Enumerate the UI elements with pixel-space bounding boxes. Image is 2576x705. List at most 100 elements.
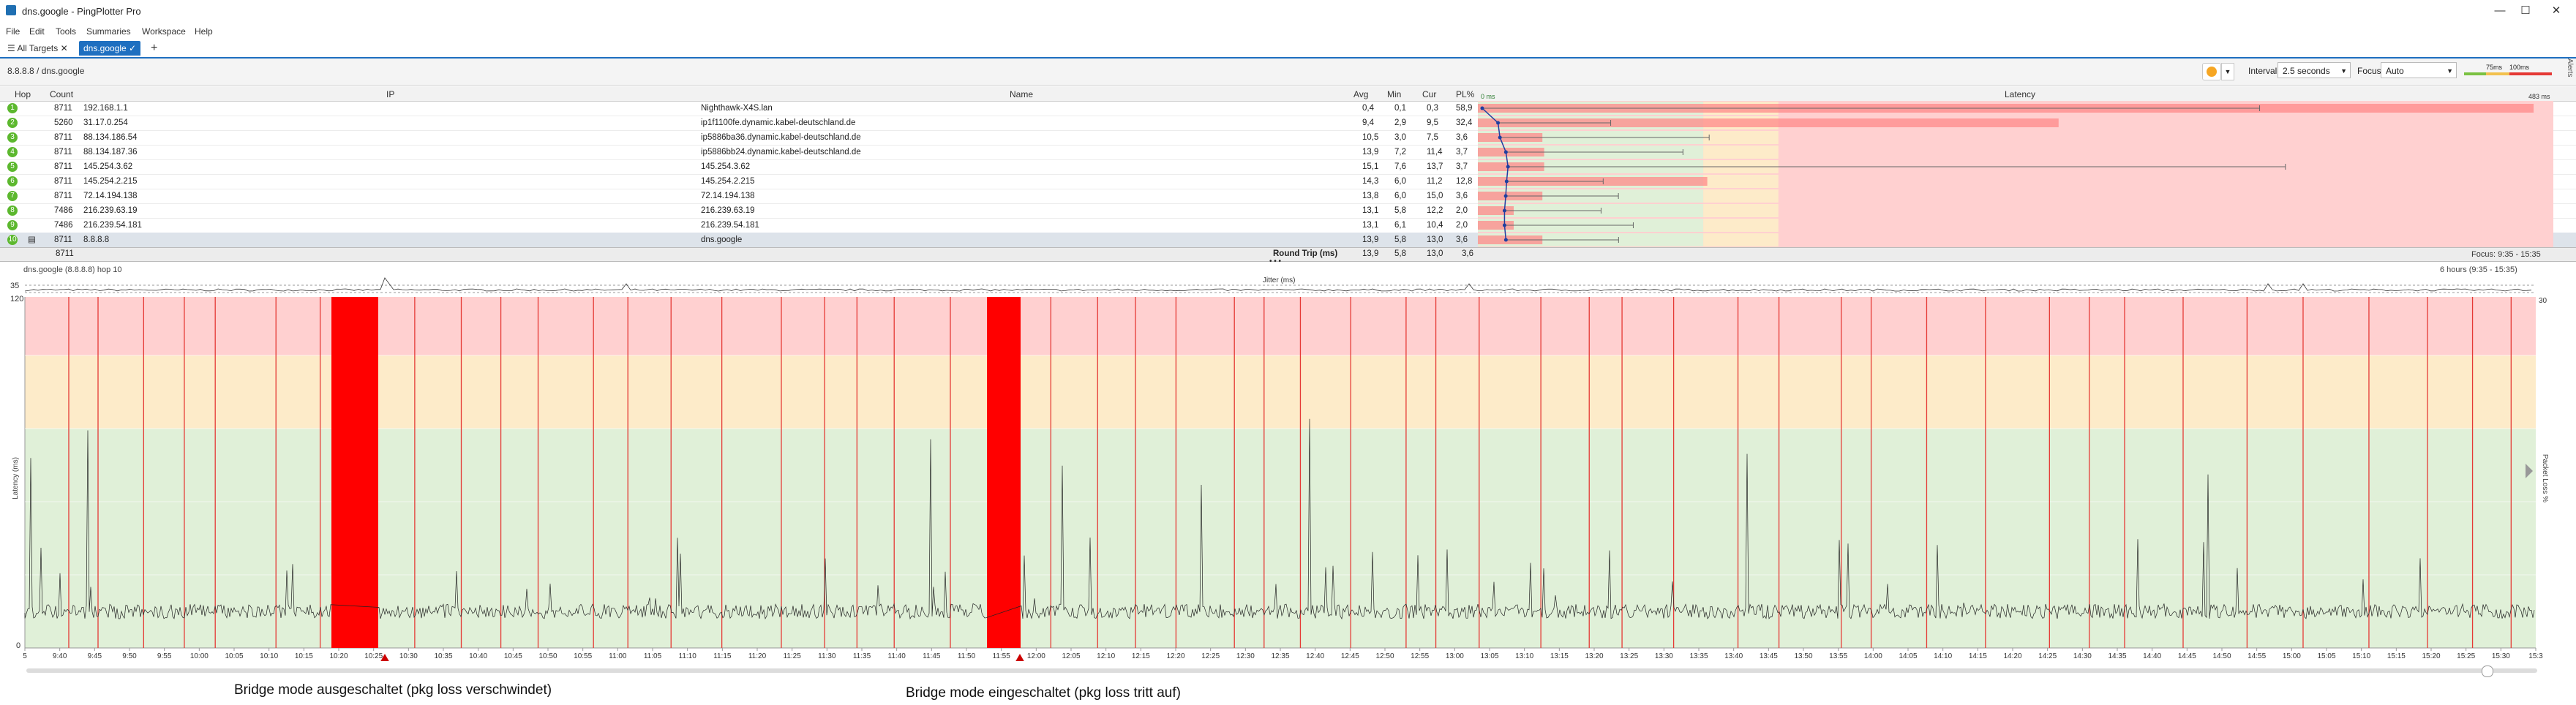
graph-zone-green: [25, 429, 2536, 648]
col-latency[interactable]: Latency: [2005, 89, 2035, 99]
summary-min: 5,8: [1394, 249, 1406, 258]
hop-ip: 216.239.54.181: [83, 221, 142, 230]
breadcrumb: 8.8.8.8 / dns.google: [7, 66, 85, 76]
x-tick-label: 10:35: [434, 652, 452, 660]
jitter-label: Jitter (ms): [1263, 276, 1295, 284]
hop-pl: 32,4: [1456, 118, 1473, 127]
close-tab-icon[interactable]: ✕: [58, 43, 68, 53]
hop-cur: 9,5: [1427, 118, 1438, 127]
menu-tools[interactable]: Tools: [56, 26, 76, 37]
timeline-scroll-thumb[interactable]: [2482, 666, 2493, 677]
right-axis-title: Packet Loss %: [2541, 454, 2549, 502]
splitter-handle[interactable]: • • •: [1269, 257, 1281, 265]
latency-zone-yellow: [1703, 233, 1779, 246]
hop-cur: 15,0: [1427, 192, 1443, 200]
latency-zone-red: [1778, 233, 2553, 246]
x-tick-label: 10:45: [504, 652, 522, 660]
menu-summaries[interactable]: Summaries: [86, 26, 131, 37]
menu-help[interactable]: Help: [195, 26, 213, 37]
hop-min: 2,9: [1394, 118, 1406, 127]
x-tick-label: 13:10: [1515, 652, 1533, 660]
timeline-scrollbar[interactable]: [26, 668, 2537, 673]
x-tick-label: 10:25: [364, 652, 383, 660]
x-tick-label: 15:10: [2352, 652, 2370, 660]
latency-timeline-graph: 120 0 Latency (ms) Packet Loss % 30 5 9:40 9:45…: [10, 295, 2549, 661]
tab-dns-google[interactable]: dns.google ✓: [79, 41, 141, 56]
maximize-button[interactable]: ☐: [2508, 1, 2543, 20]
col-pl[interactable]: PL%: [1456, 89, 1474, 99]
summary-pl: 3,6: [1462, 249, 1473, 258]
y-min-label: 0: [16, 641, 20, 650]
graph-zone-yellow: [25, 355, 2536, 429]
hop-ip: 216.239.63.19: [83, 206, 138, 215]
alerts-side-tab[interactable]: Alerts: [2559, 59, 2574, 88]
col-count[interactable]: Count: [50, 89, 73, 99]
x-tick-label: 13:00: [1446, 652, 1464, 660]
x-tick-label: 11:25: [784, 652, 802, 660]
tab-all-targets[interactable]: ☰ All Targets ✕: [3, 41, 72, 56]
latency-min-label: 0 ms: [1481, 93, 1495, 100]
col-min[interactable]: Min: [1387, 89, 1401, 99]
hop-number: 4: [7, 147, 18, 157]
y-axis-title: Latency (ms): [12, 457, 20, 499]
hop-pl: 2,0: [1456, 206, 1468, 215]
hop-number: 8: [7, 206, 18, 216]
col-cur[interactable]: Cur: [1422, 89, 1436, 99]
x-tick-label: 12:35: [1271, 652, 1289, 660]
col-hop[interactable]: Hop: [15, 89, 31, 99]
summary-label: Round Trip (ms): [1273, 249, 1338, 258]
app-logo-icon: [6, 5, 16, 15]
hop-number: 7: [7, 191, 18, 201]
menu-workspace[interactable]: Workspace: [142, 26, 186, 37]
hop-ip: 192.168.1.1: [83, 104, 128, 113]
menu-edit[interactable]: Edit: [29, 26, 45, 37]
x-tick-label: 10:20: [329, 652, 348, 660]
summary-row: 8711 Round Trip (ms) 13,9 5,8 13,0 3,6: [0, 247, 2576, 262]
hop-min: 7,6: [1394, 162, 1406, 171]
x-tick-label: 12:00: [1027, 652, 1045, 660]
latency-zone-red: [1778, 131, 2553, 144]
interval-select[interactable]: 2.5 seconds ▼: [2278, 62, 2351, 78]
x-tick-label: 14:30: [2073, 652, 2092, 660]
menu-file[interactable]: File: [6, 26, 20, 37]
add-tab-button[interactable]: +: [146, 41, 162, 56]
latency-zone-yellow: [1703, 219, 1779, 232]
interval-label: Interval: [2248, 66, 2278, 76]
hop-name: 72.14.194.138: [701, 192, 755, 200]
x-tick-label: 11:05: [644, 652, 662, 660]
col-ip[interactable]: IP: [386, 89, 394, 99]
x-tick-label: 11:00: [609, 652, 627, 660]
summary-count: 8711: [56, 249, 74, 258]
x-tick-label: 12:45: [1341, 652, 1359, 660]
hop-ip: 145.254.3.62: [83, 162, 133, 171]
x-tick-label: 14:40: [2143, 652, 2161, 660]
x-tick-label: 14:15: [1969, 652, 1987, 660]
focus-select[interactable]: Auto ▼: [2381, 62, 2457, 78]
x-tick-label: 10:00: [190, 652, 209, 660]
chevron-down-icon[interactable]: ▼: [2221, 63, 2234, 80]
hop-ip: 88.134.186.54: [83, 133, 138, 142]
hop-number: 6: [7, 176, 18, 186]
x-tick-label: 11:55: [993, 652, 1011, 660]
col-name[interactable]: Name: [1010, 89, 1033, 99]
hop-min: 5,8: [1394, 235, 1406, 244]
hop-min: 6,1: [1394, 221, 1406, 230]
hop-ip: 31.17.0.254: [83, 118, 128, 127]
col-avg[interactable]: Avg: [1353, 89, 1368, 99]
x-tick-label: 11:50: [958, 652, 976, 660]
close-button[interactable]: ✕: [2539, 1, 2574, 20]
hop-cur: 13,7: [1427, 162, 1443, 171]
hop-min: 6,0: [1394, 192, 1406, 200]
dns-target-icon: ▤: [28, 235, 36, 244]
x-tick-label: 12:10: [1097, 652, 1115, 660]
hop-pl: 3,7: [1456, 148, 1468, 157]
x-tick-label: 12:50: [1375, 652, 1394, 660]
latency-zone-yellow: [1703, 146, 1779, 159]
packet-loss-block: [331, 297, 378, 648]
x-tick-label: 10:50: [538, 652, 557, 660]
x-tick-label: 13:35: [1689, 652, 1708, 660]
hop-cur: 11,2: [1427, 177, 1443, 186]
list-icon: ☰: [7, 43, 18, 53]
x-tick-label: 10:30: [399, 652, 418, 660]
trace-toggle-button[interactable]: [2202, 63, 2221, 80]
